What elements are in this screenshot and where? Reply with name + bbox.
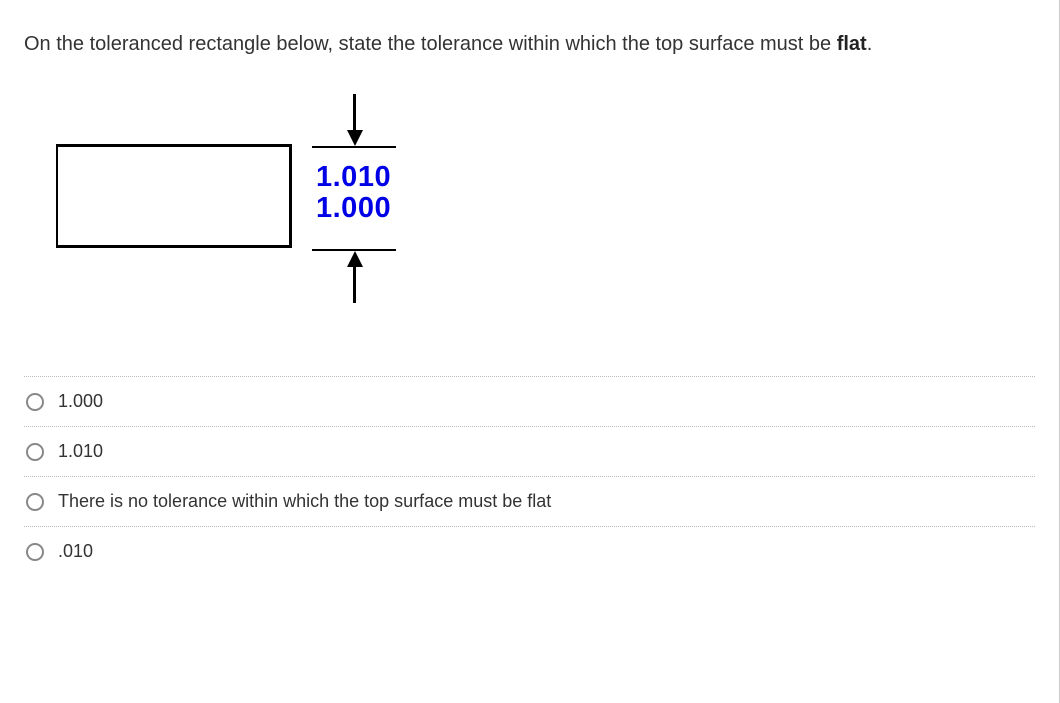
choice-label: There is no tolerance within which the t… <box>58 491 551 512</box>
choice-label: 1.000 <box>58 391 103 412</box>
radio-icon <box>26 543 44 561</box>
radio-icon <box>26 443 44 461</box>
choice-option[interactable]: 1.010 <box>24 426 1035 476</box>
choice-option[interactable]: There is no tolerance within which the t… <box>24 476 1035 526</box>
question-bold: flat <box>837 33 867 55</box>
extension-line-top <box>312 146 396 148</box>
question-text: On the toleranced rectangle below, state… <box>24 28 1035 60</box>
question-suffix: . <box>867 33 873 55</box>
figure-diagram: 1.010 1.000 <box>18 84 1035 364</box>
choice-option[interactable]: .010 <box>24 526 1035 576</box>
choice-option[interactable]: 1.000 <box>24 376 1035 426</box>
choice-label: .010 <box>58 541 93 562</box>
answer-choices: 1.000 1.010 There is no tolerance within… <box>24 376 1035 576</box>
radio-icon <box>26 393 44 411</box>
rectangle-shape <box>56 144 292 248</box>
radio-icon <box>26 493 44 511</box>
question-prefix: On the toleranced rectangle below, state… <box>24 33 837 55</box>
dimension-lower: 1.000 <box>316 193 391 224</box>
choice-label: 1.010 <box>58 441 103 462</box>
dimension-values: 1.010 1.000 <box>316 162 391 225</box>
dimension-upper: 1.010 <box>316 162 391 193</box>
